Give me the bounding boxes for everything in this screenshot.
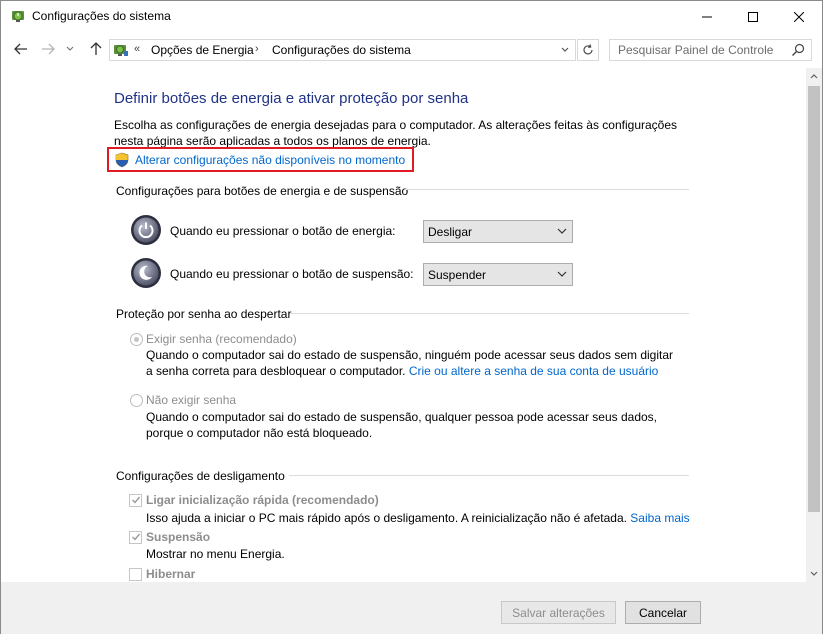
- sleep-menu-checkbox[interactable]: [129, 531, 142, 544]
- fast-startup-label: Ligar inicialização rápida (recomendado): [146, 493, 379, 507]
- breadcrumb-system-settings[interactable]: Configurações do sistema: [272, 43, 411, 57]
- back-button[interactable]: [11, 40, 31, 58]
- require-password-desc-text: a senha correta para desbloquear o compu…: [146, 364, 409, 378]
- sleep-button-action-select[interactable]: Suspender: [423, 263, 573, 286]
- no-password-label: Não exigir senha: [146, 393, 237, 407]
- breadcrumb-separator[interactable]: ›: [255, 43, 259, 55]
- power-button-action-select[interactable]: Desligar: [423, 220, 573, 243]
- scroll-up-icon: [810, 74, 818, 79]
- cancel-button[interactable]: Cancelar: [625, 601, 701, 624]
- sleep-menu-label: Suspensão: [146, 530, 211, 544]
- section-divider: [289, 475, 689, 476]
- chevron-down-icon: [557, 271, 567, 277]
- fast-startup-checkbox[interactable]: [129, 494, 142, 507]
- section-divider: [291, 313, 689, 314]
- checkmark-icon: [132, 533, 141, 541]
- chevron-down-icon: [557, 228, 567, 234]
- checkmark-icon: [132, 496, 141, 504]
- minimize-icon: [702, 16, 712, 17]
- navigation-bar: « Opções de Energia › Configurações do s…: [1, 32, 822, 68]
- chevron-down-icon: [561, 47, 569, 52]
- recent-locations-button[interactable]: [63, 40, 77, 58]
- create-password-link[interactable]: Crie ou altere a senha de sua conta de u…: [409, 364, 659, 378]
- up-arrow-icon: [90, 42, 102, 55]
- refresh-icon: [583, 44, 593, 55]
- hibernate-label: Hibernar: [146, 567, 196, 581]
- shutdown-heading: Configurações de desligamento: [116, 469, 285, 483]
- power-button-label: Quando eu pressionar o botão de energia:: [170, 224, 396, 238]
- window: Configurações do sistema « Opções de Ene…: [0, 0, 823, 634]
- require-password-desc-line2: a senha correta para desbloquear o compu…: [146, 363, 686, 379]
- forward-button[interactable]: [38, 40, 58, 58]
- section-divider: [405, 189, 689, 190]
- no-password-desc-line1: Quando o computador sai do estado de sus…: [146, 410, 658, 424]
- breadcrumb-overflow[interactable]: «: [134, 43, 140, 55]
- window-title: Configurações do sistema: [32, 9, 171, 23]
- vertical-scrollbar[interactable]: [806, 68, 822, 582]
- power-button-icon: [130, 214, 162, 246]
- fast-startup-desc-text: Isso ajuda a iniciar o PC mais rápido ap…: [146, 511, 631, 525]
- scroll-up-button[interactable]: [806, 68, 822, 85]
- back-arrow-icon: [14, 43, 27, 55]
- close-icon: [794, 11, 804, 22]
- learn-more-link[interactable]: Saiba mais: [630, 511, 689, 525]
- maximize-button[interactable]: [730, 1, 776, 32]
- address-dropdown-button[interactable]: [557, 43, 573, 57]
- control-panel-icon: [113, 42, 129, 58]
- require-password-label: Exigir senha (recomendado): [146, 332, 297, 346]
- fast-startup-desc: Isso ajuda a iniciar o PC mais rápido ap…: [146, 511, 690, 525]
- search-icon[interactable]: [791, 43, 805, 57]
- sleep-button-icon: [130, 257, 162, 289]
- maximize-icon: [748, 11, 758, 22]
- hibernate-checkbox[interactable]: [129, 568, 142, 581]
- address-bar[interactable]: « Opções de Energia › Configurações do s…: [109, 39, 576, 61]
- up-button[interactable]: [86, 40, 106, 58]
- uac-shield-icon: [114, 152, 130, 168]
- no-password-desc-line2: porque o computador não está bloqueado.: [146, 426, 373, 440]
- power-buttons-heading: Configurações para botões de energia e d…: [116, 184, 409, 198]
- footer-bar: Salvar alterações Cancelar: [1, 582, 822, 634]
- sleep-menu-desc: Mostrar no menu Energia.: [146, 547, 285, 561]
- no-password-radio[interactable]: [130, 394, 143, 407]
- forward-arrow-icon: [42, 43, 55, 55]
- page-title: Definir botões de energia e ativar prote…: [114, 90, 469, 107]
- change-unavailable-settings-link[interactable]: Alterar configurações não disponíveis no…: [135, 153, 405, 167]
- sleep-button-label: Quando eu pressionar o botão de suspensã…: [170, 267, 414, 281]
- close-button[interactable]: [776, 1, 822, 32]
- intro-text: Escolha as configurações de energia dese…: [114, 118, 678, 148]
- sleep-button-action-value: Suspender: [428, 268, 487, 282]
- scroll-thumb[interactable]: [808, 86, 820, 512]
- minimize-button[interactable]: [684, 1, 730, 32]
- require-password-radio[interactable]: [130, 333, 143, 346]
- save-changes-button[interactable]: Salvar alterações: [501, 601, 616, 624]
- chevron-down-icon: [66, 46, 74, 51]
- power-button-action-value: Desligar: [428, 225, 473, 239]
- content-area: Definir botões de energia e ativar prote…: [1, 68, 806, 582]
- require-password-desc-line1: Quando o computador sai do estado de sus…: [146, 348, 674, 362]
- refresh-button[interactable]: [577, 39, 599, 61]
- breadcrumb-power-options[interactable]: Opções de Energia: [151, 43, 254, 57]
- power-options-app-icon: [10, 8, 26, 24]
- search-box[interactable]: [609, 39, 812, 61]
- title-bar: Configurações do sistema: [1, 1, 822, 32]
- scroll-down-icon: [810, 571, 818, 576]
- scroll-down-button[interactable]: [806, 565, 822, 582]
- search-input[interactable]: [610, 40, 785, 60]
- password-heading: Proteção por senha ao despertar: [116, 307, 292, 321]
